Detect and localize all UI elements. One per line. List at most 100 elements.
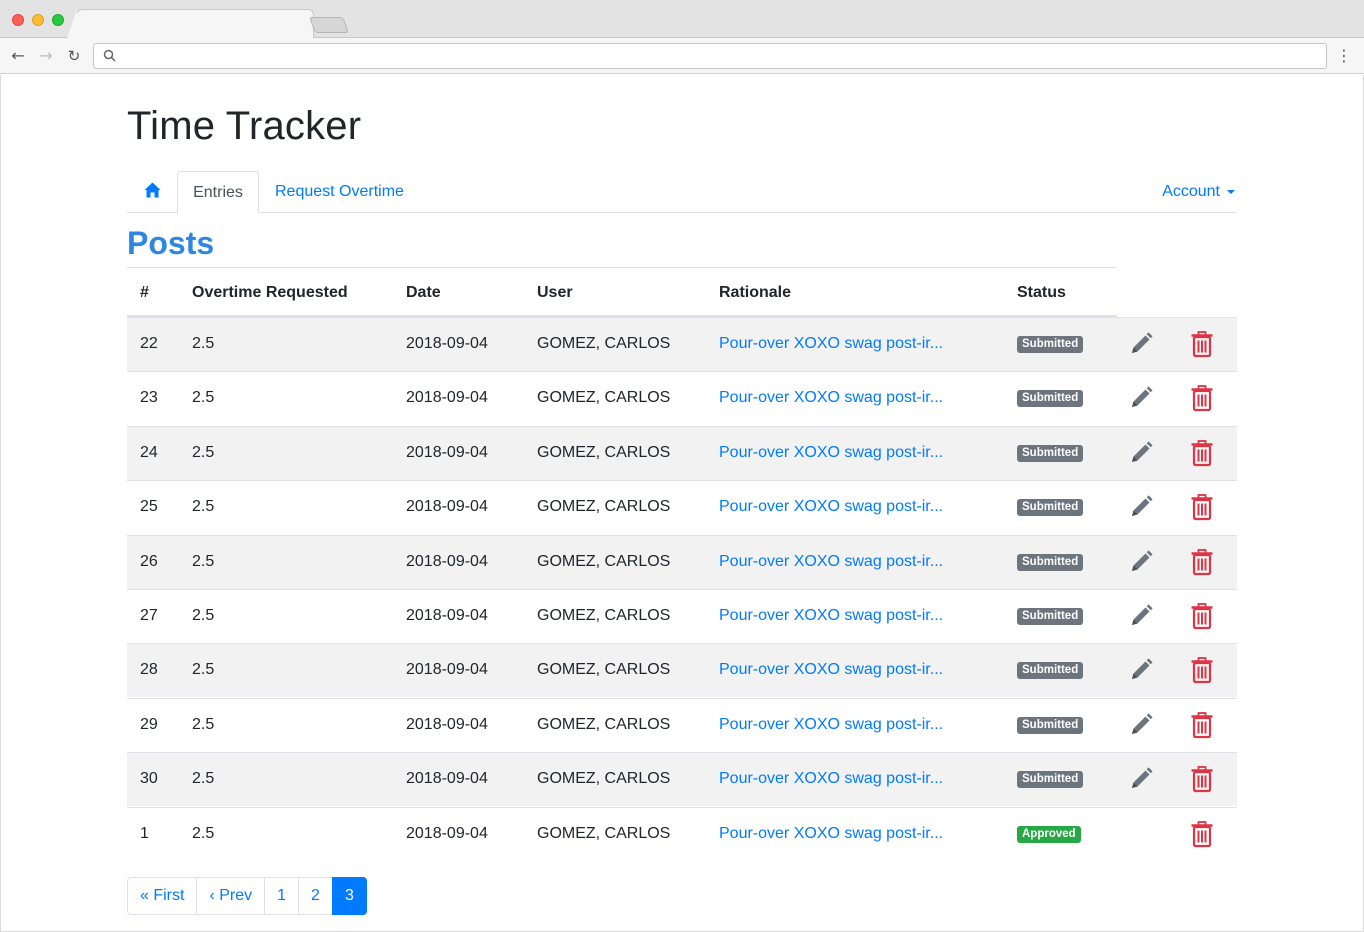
column-header-overtime: Overtime Requested xyxy=(192,284,348,301)
browser-toolbar: ← → ↻ ⋮ xyxy=(0,38,1364,74)
cell-date: 2018-09-04 xyxy=(406,552,488,570)
table-row: 1 2.5 2018-09-04 GOMEZ, CARLOS Pour-over XOX… xyxy=(127,806,1237,862)
trash-icon[interactable] xyxy=(1188,493,1216,521)
pencil-icon[interactable] xyxy=(1127,384,1155,412)
cell-date: 2018-09-04 xyxy=(406,607,488,624)
cell-user: GOMEZ, CARLOS xyxy=(537,607,671,624)
table-row: 30 2.5 2018-09-04 GOMEZ, CARLOS Pour-over XO… xyxy=(127,752,1237,807)
status-badge: Submitted xyxy=(1017,499,1084,517)
pencil-icon[interactable] xyxy=(1127,602,1155,630)
page-link-1[interactable]: 1 xyxy=(264,877,300,915)
browser-tab-active[interactable] xyxy=(76,9,314,39)
cell-overtime: 2.5 xyxy=(192,389,215,407)
column-header-status: Status xyxy=(1017,284,1066,301)
cell-id: 26 xyxy=(140,552,158,570)
cell-date: 2018-09-04 xyxy=(406,661,488,679)
status-badge: Approved xyxy=(1017,825,1081,843)
search-icon xyxy=(103,49,116,62)
trash-icon[interactable] xyxy=(1188,765,1216,793)
cell-user: GOMEZ, CARLOS xyxy=(537,661,671,679)
cell-id: 22 xyxy=(140,335,158,352)
status-badge: Submitted xyxy=(1017,662,1084,680)
rationale-link[interactable]: Pour-over XOXO swag post-ir... xyxy=(719,536,943,590)
maximize-window-button[interactable] xyxy=(52,14,64,26)
forward-arrow-icon[interactable]: → xyxy=(36,46,56,66)
rationale-link[interactable]: Pour-over XOXO swag post-ir... xyxy=(719,590,943,644)
pagination: « First ‹ Prev 1 2 3 xyxy=(127,877,367,915)
pencil-icon[interactable] xyxy=(1127,548,1155,576)
close-window-button[interactable] xyxy=(12,14,24,26)
cell-id: 25 xyxy=(140,498,158,516)
page-title: Time Tracker xyxy=(127,104,362,148)
cell-date: 2018-09-04 xyxy=(406,715,488,733)
address-bar[interactable] xyxy=(93,43,1327,69)
column-header-user: User xyxy=(537,284,573,301)
pencil-icon[interactable] xyxy=(1127,439,1155,467)
browser-menu-icon[interactable]: ⋮ xyxy=(1334,46,1354,66)
cell-id: 28 xyxy=(140,661,158,679)
cell-id: 24 xyxy=(140,443,158,461)
rationale-link[interactable]: Pour-over XOXO swag post-ir... xyxy=(719,808,943,862)
table-row: 29 2.5 2018-09-04 GOMEZ, CARLOS Pour-over XO… xyxy=(127,697,1237,753)
page-link-2[interactable]: 2 xyxy=(298,877,333,915)
cell-overtime: 2.5 xyxy=(192,443,215,461)
cell-date: 2018-09-04 xyxy=(406,443,488,461)
pencil-icon[interactable] xyxy=(1127,493,1155,521)
reload-icon[interactable]: ↻ xyxy=(64,46,84,66)
rationale-link[interactable]: Pour-over XOXO swag post-ir... xyxy=(719,699,943,753)
status-badge: Submitted xyxy=(1017,771,1084,789)
tab-entries[interactable]: Entries xyxy=(177,171,259,214)
nav-tabs: Entries Request Overtime Account xyxy=(127,171,1237,214)
minimize-window-button[interactable] xyxy=(32,14,44,26)
cell-overtime: 2.5 xyxy=(192,335,215,352)
table-row: 22 2.5 2018-09-04 GOMEZ, CARLOS Pour-over XO… xyxy=(127,317,1237,371)
status-badge: Submitted xyxy=(1017,716,1084,734)
trash-icon[interactable] xyxy=(1188,548,1216,576)
account-dropdown[interactable]: Account xyxy=(1146,171,1237,213)
column-header-rationale: Rationale xyxy=(719,284,792,301)
page-link-prev[interactable]: ‹ Prev xyxy=(196,877,266,915)
pencil-icon[interactable] xyxy=(1127,330,1155,358)
page-link-3[interactable]: 3 xyxy=(331,877,367,915)
page-link-first[interactable]: « First xyxy=(127,877,198,915)
cell-overtime: 2.5 xyxy=(192,661,215,679)
pencil-icon[interactable] xyxy=(1127,765,1155,793)
rationale-link[interactable]: Pour-over XOXO swag post-ir... xyxy=(719,318,943,372)
status-badge: Submitted xyxy=(1017,444,1084,462)
cell-user: GOMEZ, CARLOS xyxy=(537,389,671,407)
cell-overtime: 2.5 xyxy=(192,770,215,788)
status-badge: Submitted xyxy=(1017,390,1084,408)
trash-icon[interactable] xyxy=(1188,330,1216,358)
tab-request-overtime[interactable]: Request Overtime xyxy=(259,171,420,213)
cell-user: GOMEZ, CARLOS xyxy=(537,335,671,352)
new-tab-button[interactable] xyxy=(309,17,349,33)
cell-id: 23 xyxy=(140,389,158,407)
cell-overtime: 2.5 xyxy=(192,552,215,570)
status-badge: Submitted xyxy=(1017,336,1084,353)
trash-icon[interactable] xyxy=(1188,602,1216,630)
trash-icon[interactable] xyxy=(1188,384,1216,412)
trash-icon[interactable] xyxy=(1188,820,1216,848)
trash-icon[interactable] xyxy=(1188,656,1216,684)
pencil-icon[interactable] xyxy=(1127,711,1155,739)
column-header-date: Date xyxy=(406,284,441,301)
pencil-icon[interactable] xyxy=(1127,656,1155,684)
home-tab[interactable] xyxy=(127,171,177,213)
rationale-link[interactable]: Pour-over XOXO swag post-ir... xyxy=(719,372,943,426)
cell-id: 30 xyxy=(140,770,158,788)
cell-id: 29 xyxy=(140,715,158,733)
browser-tab-strip xyxy=(0,0,1364,39)
rationale-link[interactable]: Pour-over XOXO swag post-ir... xyxy=(719,481,943,535)
trash-icon[interactable] xyxy=(1188,439,1216,467)
cell-date: 2018-09-04 xyxy=(406,824,488,842)
table-row: 23 2.5 2018-09-04 GOMEZ, CARLOS Pour-over XO… xyxy=(127,371,1237,425)
cell-overtime: 2.5 xyxy=(192,715,215,733)
rationale-link[interactable]: Pour-over XOXO swag post-ir... xyxy=(719,427,943,481)
cell-user: GOMEZ, CARLOS xyxy=(537,443,671,461)
table-row: 25 2.5 2018-09-04 GOMEZ, CARLOS Pour-over XO… xyxy=(127,480,1237,534)
back-arrow-icon[interactable]: ← xyxy=(8,46,28,66)
rationale-link[interactable]: Pour-over XOXO swag post-ir... xyxy=(719,644,943,698)
cell-overtime: 2.5 xyxy=(192,498,215,516)
rationale-link[interactable]: Pour-over XOXO swag post-ir... xyxy=(719,753,943,807)
trash-icon[interactable] xyxy=(1188,711,1216,739)
